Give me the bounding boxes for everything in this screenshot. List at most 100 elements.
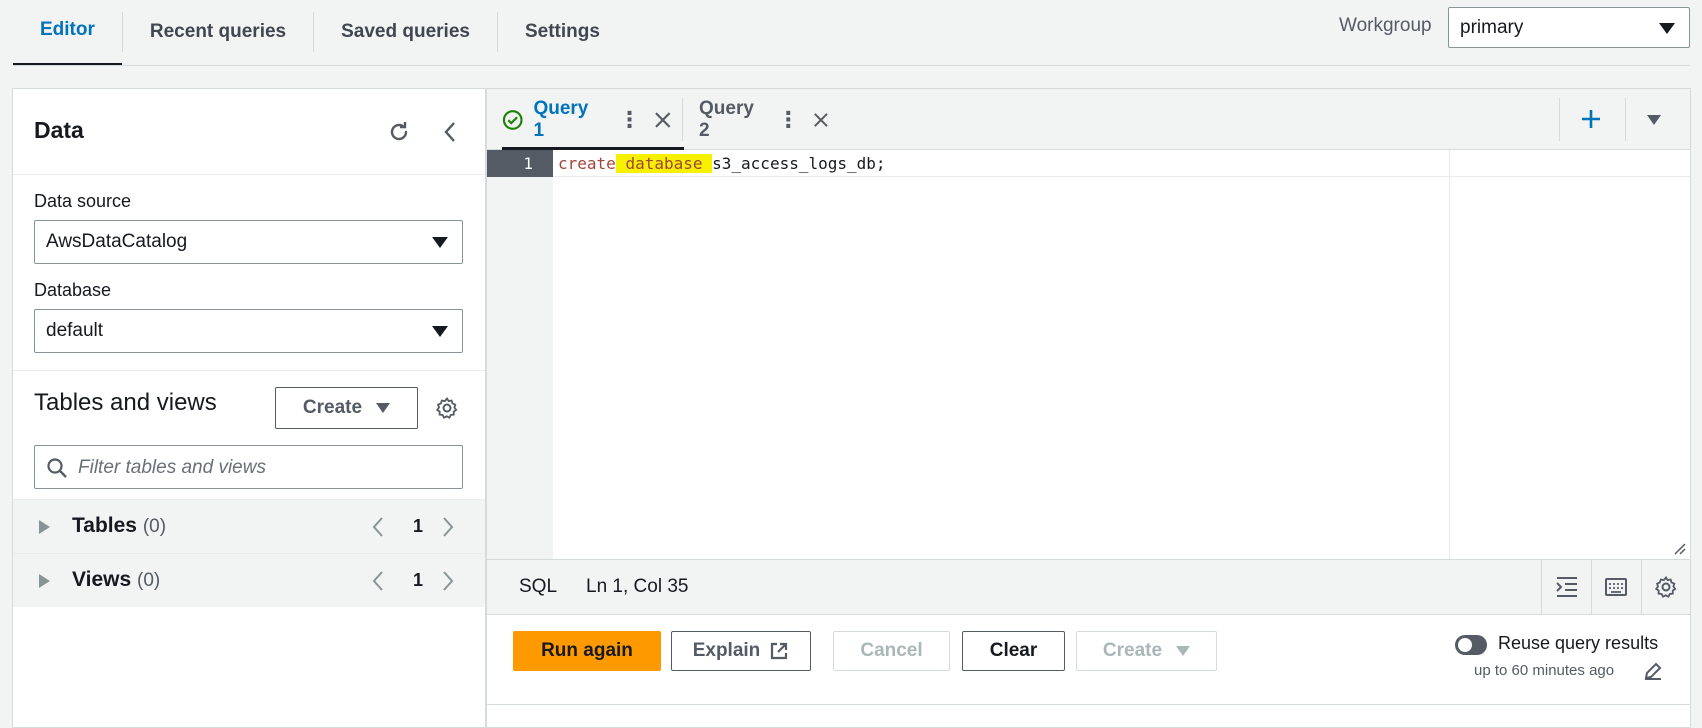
plus-icon[interactable]	[1580, 108, 1602, 130]
tables-count: (0)	[142, 516, 167, 537]
data-source-label: Data source	[34, 191, 132, 211]
keyword-create: create	[558, 154, 616, 173]
query-tabs: Query 1 ⋮ Query 2 ⋮	[487, 89, 1690, 150]
chevron-left-icon[interactable]	[371, 516, 385, 538]
tab-label: Editor	[40, 19, 95, 40]
caret-down-icon	[432, 326, 448, 337]
views-label: Views (0)	[72, 568, 160, 592]
run-again-label: Run again	[541, 640, 633, 661]
query-actions: Run again Explain Cancel Clear Create Re…	[487, 615, 1690, 705]
format-indent-icon[interactable]	[1555, 576, 1579, 598]
database-select[interactable]: default	[34, 309, 463, 353]
explain-button[interactable]: Explain	[671, 631, 811, 671]
cancel-button[interactable]: Cancel	[833, 631, 950, 671]
create-dropdown-button[interactable]: Create	[275, 387, 418, 429]
line-number: 1	[487, 150, 553, 177]
toggle-knob	[1458, 638, 1472, 652]
divider	[1591, 560, 1592, 615]
explain-label: Explain	[692, 640, 761, 661]
query-editor-panel: Query 1 ⋮ Query 2 ⋮ 1 create database s3…	[486, 88, 1691, 728]
data-panel: Data Data source AwsDataCatalog Database…	[12, 88, 486, 728]
tab-settings[interactable]: Settings	[498, 0, 627, 63]
reuse-results-label: Reuse query results	[1498, 633, 1659, 653]
tab-label: Saved queries	[341, 20, 470, 42]
close-icon[interactable]	[654, 111, 672, 129]
caret-right-icon	[39, 520, 50, 534]
tab-divider	[682, 98, 683, 141]
workgroup-label: Workgroup	[1339, 15, 1432, 36]
create-button[interactable]: Create	[1076, 631, 1217, 671]
page-number: 1	[413, 570, 424, 590]
tables-views-title: Tables and views	[34, 389, 217, 416]
caret-down-icon	[1176, 646, 1191, 656]
divider	[1641, 560, 1642, 615]
divider	[1541, 560, 1542, 615]
tab-editor[interactable]: Editor	[13, 0, 122, 66]
tables-name: Tables	[72, 514, 137, 537]
tab-recent-queries[interactable]: Recent queries	[123, 0, 313, 63]
create-label: Create	[302, 397, 363, 418]
tables-tree-row[interactable]: Tables (0) 1	[13, 499, 485, 553]
panel-title: Data	[34, 117, 84, 143]
page-number: 1	[413, 516, 424, 536]
divider	[13, 65, 1690, 66]
chevron-right-icon[interactable]	[441, 516, 455, 538]
cursor-position: Ln 1, Col 35	[586, 576, 689, 597]
edit-pencil-icon[interactable]	[1643, 661, 1663, 681]
reuse-results-toggle[interactable]	[1455, 635, 1487, 655]
clear-button[interactable]: Clear	[962, 631, 1065, 671]
cancel-label: Cancel	[860, 640, 923, 661]
database-name: s3_access_logs_db;	[712, 154, 886, 173]
search-icon	[47, 458, 67, 478]
chevron-left-icon[interactable]	[371, 570, 385, 592]
tab-label: Recent queries	[149, 20, 287, 42]
query-tab-1[interactable]: Query 1 ⋮	[502, 89, 672, 150]
external-link-icon	[771, 642, 788, 660]
top-bar: Editor Recent queries Saved queries Sett…	[0, 0, 1702, 66]
caret-down-icon[interactable]	[1647, 115, 1661, 125]
gear-icon[interactable]	[1654, 575, 1678, 599]
tables-label: Tables (0)	[72, 514, 166, 538]
database-label: Database	[34, 280, 112, 300]
data-panel-header: Data	[13, 89, 485, 175]
views-name: Views	[72, 568, 132, 591]
success-check-icon	[502, 109, 523, 130]
close-icon[interactable]	[813, 111, 829, 129]
language-label: SQL	[519, 576, 558, 597]
caret-right-icon	[39, 574, 50, 588]
more-options-icon[interactable]: ⋮	[777, 108, 799, 131]
views-tree-row[interactable]: Views (0) 1	[13, 553, 485, 607]
clear-label: Clear	[989, 640, 1038, 661]
gear-icon[interactable]	[433, 394, 461, 422]
chevron-left-icon[interactable]	[437, 118, 463, 146]
query-tab-2[interactable]: Query 2 ⋮	[699, 89, 829, 150]
data-source-value: AwsDataCatalog	[46, 231, 188, 252]
more-options-icon[interactable]: ⋮	[618, 108, 640, 131]
resize-handle-icon[interactable]	[1672, 541, 1686, 555]
tab-label: Settings	[524, 20, 600, 42]
tab-divider	[1559, 98, 1560, 141]
refresh-icon[interactable]	[385, 118, 413, 146]
main-tabs: Editor Recent queries Saved queries Sett…	[13, 0, 627, 66]
database-value: default	[46, 320, 104, 341]
sql-code-editor[interactable]: create database s3_access_logs_db;	[553, 150, 1690, 559]
workgroup-select[interactable]: primary	[1448, 7, 1690, 48]
run-again-button[interactable]: Run again	[513, 631, 661, 671]
query-tab-label: Query 2	[699, 97, 754, 141]
caret-down-icon	[1659, 22, 1675, 34]
tab-saved-queries[interactable]: Saved queries	[314, 0, 497, 63]
query-tab-label: Query 1	[533, 97, 589, 141]
chevron-right-icon[interactable]	[441, 570, 455, 592]
editor-status-bar: SQL Ln 1, Col 35	[487, 559, 1690, 615]
keyboard-icon[interactable]	[1604, 576, 1628, 598]
caret-down-icon	[376, 403, 391, 413]
print-margin	[1449, 150, 1450, 559]
tab-divider	[1625, 98, 1626, 141]
filter-placeholder: Filter tables and views	[78, 457, 266, 478]
data-source-select[interactable]: AwsDataCatalog	[34, 220, 463, 264]
reuse-results-subtext: up to 60 minutes ago	[1474, 662, 1615, 679]
create-label: Create	[1102, 640, 1163, 661]
filter-tables-input[interactable]: Filter tables and views	[34, 445, 463, 489]
line-gutter: 1	[487, 150, 553, 559]
divider	[13, 370, 485, 371]
